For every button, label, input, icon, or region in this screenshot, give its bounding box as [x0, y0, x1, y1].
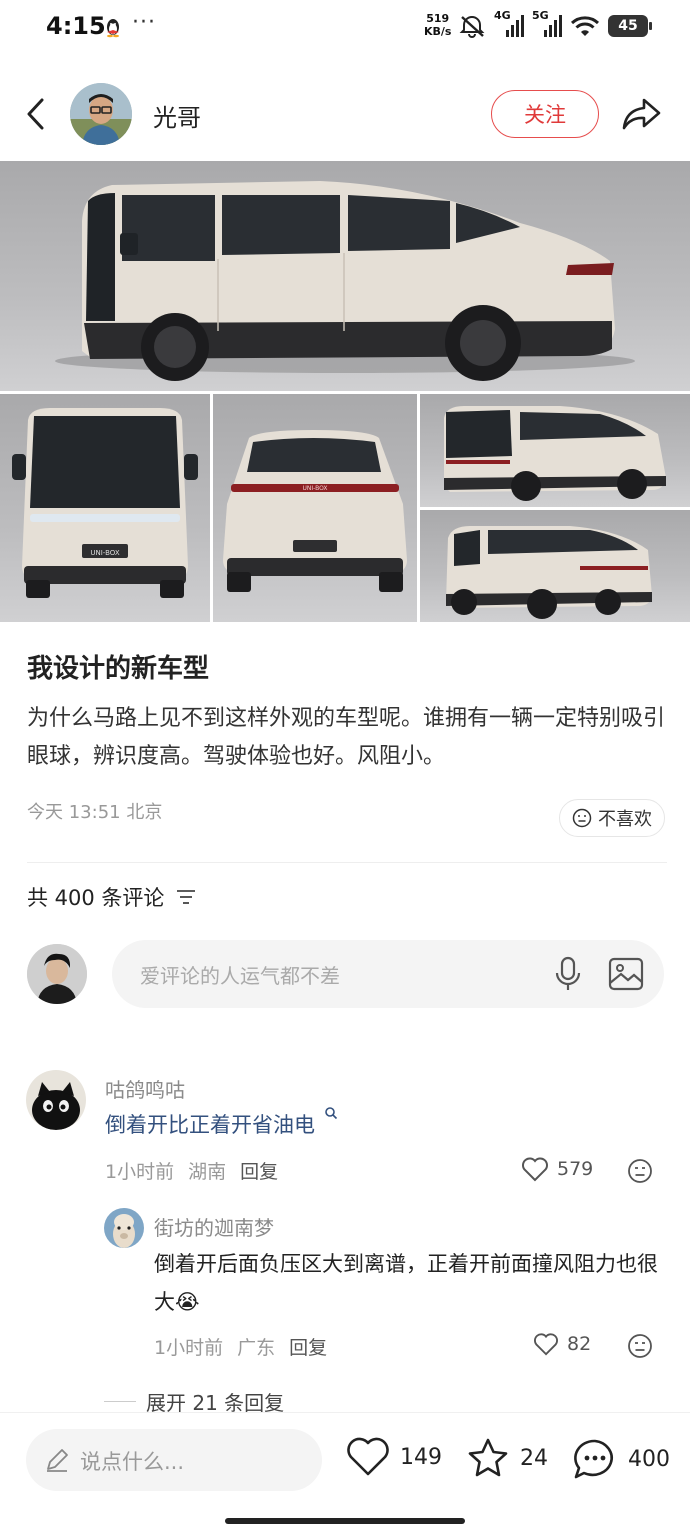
- reply-reply-button[interactable]: 回复: [289, 1333, 327, 1360]
- comment-text-content[interactable]: 倒着开比正着开省油电: [105, 1113, 315, 1137]
- reply-meta: 1小时前 广东 回复: [154, 1333, 327, 1360]
- van-rear-illustration: UNI-BOX: [223, 430, 407, 592]
- van-rear-three-quarter-image[interactable]: [420, 394, 690, 507]
- black-cat-avatar: [26, 1070, 86, 1130]
- status-time: 4:15: [46, 12, 106, 40]
- dislike-label: 不喜欢: [598, 809, 652, 830]
- post-header: 光哥 关注: [0, 78, 690, 150]
- comment-author-avatar[interactable]: [26, 1070, 86, 1130]
- author-avatar-photo: [70, 83, 132, 145]
- more-notifications-icon: ···: [132, 10, 156, 35]
- post-image-gallery[interactable]: UNI-BOX UNI-BOX: [0, 161, 690, 622]
- front-badge-text: UNI-BOX: [90, 549, 119, 557]
- like-count: 149: [400, 1444, 442, 1470]
- share-icon[interactable]: [620, 96, 662, 132]
- van-front-illustration: UNI-BOX: [12, 408, 198, 598]
- dislike-face-icon[interactable]: [627, 1333, 653, 1359]
- post-body: 为什么马路上见不到这样外观的车型呢。谁拥有一辆一定特别吸引眼球，辨识度高。驾驶体…: [27, 706, 666, 769]
- author-avatar[interactable]: [70, 83, 132, 145]
- search-keyword-icon[interactable]: [324, 1106, 338, 1120]
- comment-location: 湖南: [188, 1161, 227, 1183]
- say-something-input[interactable]: 说点什么...: [26, 1429, 322, 1491]
- favorite-count: 24: [520, 1445, 548, 1471]
- signal-4g-icon: 4G: [494, 9, 524, 39]
- battery-level: 45: [618, 18, 638, 34]
- van-front-view-image[interactable]: UNI-BOX: [0, 394, 210, 622]
- say-something-placeholder: 说点什么...: [80, 1450, 185, 1474]
- favorite-button[interactable]: 24: [466, 1437, 548, 1479]
- qq-penguin-icon: [107, 19, 119, 38]
- reply-location: 广东: [237, 1337, 276, 1359]
- pencil-icon: [47, 1449, 68, 1472]
- comment-like-count: 579: [557, 1158, 594, 1180]
- reply-author-name[interactable]: 街坊的迦南梦: [154, 1212, 274, 1241]
- sad-face-icon: [572, 808, 592, 828]
- network-speed: 519 KB/s: [424, 12, 451, 38]
- comment-meta: 1小时前 湖南 回复: [105, 1157, 278, 1184]
- reply-time: 1小时前: [154, 1337, 224, 1359]
- mute-icon: [459, 16, 485, 38]
- dislike-button[interactable]: 不喜欢: [559, 799, 665, 837]
- comments-header: 共 400 条评论: [27, 882, 196, 912]
- sort-filter-icon[interactable]: [176, 889, 196, 905]
- dislike-face-icon[interactable]: [627, 1158, 653, 1184]
- current-user-avatar-photo: [27, 944, 87, 1004]
- comment-time: 1小时前: [105, 1161, 175, 1183]
- van-front-three-quarter-illustration: [446, 526, 652, 619]
- status-bar: 4:15 ··· 519 KB/s 4G 5G 45: [0, 0, 690, 56]
- reply-author-avatar[interactable]: [104, 1208, 144, 1248]
- network-speed-value: 519: [426, 12, 450, 25]
- current-user-avatar: [27, 944, 87, 1004]
- content-divider: [27, 862, 667, 863]
- home-indicator[interactable]: [225, 1518, 465, 1524]
- crying-emoji: 😭: [175, 1290, 200, 1314]
- comment-author-name[interactable]: 咕鸽鸣咕: [105, 1074, 185, 1103]
- heart-icon: [347, 1437, 389, 1476]
- reply-text-content: 倒着开后面负压区大到离谱，正着开前面撞风阻力也很大: [154, 1252, 658, 1314]
- signal-5g-icon: 5G: [532, 9, 562, 39]
- comment-like-button[interactable]: 579: [521, 1156, 593, 1182]
- comment-button[interactable]: 400: [572, 1437, 670, 1481]
- comment-reply-button[interactable]: 回复: [240, 1157, 278, 1184]
- comment-input-placeholder: 爱评论的人运气都不差: [140, 964, 340, 988]
- rear-badge-text: UNI-BOX: [302, 485, 327, 492]
- author-name[interactable]: 光哥: [153, 98, 201, 133]
- heart-icon: [522, 1157, 548, 1182]
- heart-icon: [534, 1333, 558, 1356]
- network-speed-unit: KB/s: [424, 25, 452, 38]
- comment-bubble-icon: [574, 1439, 613, 1479]
- wifi-icon: [570, 16, 600, 36]
- follow-button[interactable]: 关注: [491, 90, 599, 138]
- alpaca-avatar: [104, 1208, 144, 1248]
- van-rear-view-image[interactable]: UNI-BOX: [213, 394, 417, 622]
- post-title: 我设计的新车型: [27, 654, 210, 684]
- expand-divider-line: [104, 1401, 136, 1402]
- comment-count: 400: [628, 1446, 670, 1472]
- microphone-icon[interactable]: [554, 956, 582, 992]
- comment-text: 倒着开比正着开省油电: [105, 1106, 338, 1144]
- status-icons: 4G 5G 45: [458, 9, 652, 40]
- comments-count: 共 400 条评论: [27, 886, 165, 910]
- van-front-three-quarter-image[interactable]: [420, 510, 690, 622]
- battery-indicator: 45: [608, 15, 652, 37]
- like-button[interactable]: 149: [346, 1437, 442, 1477]
- post-meta: 今天 13:51 北京: [27, 802, 163, 823]
- comment-input[interactable]: 爱评论的人运气都不差: [112, 940, 664, 1008]
- van-side-illustration: [55, 181, 635, 381]
- van-side-view-image[interactable]: [0, 161, 690, 391]
- back-arrow-icon[interactable]: [22, 96, 50, 132]
- van-rear-three-quarter-illustration: [444, 406, 666, 501]
- reply-like-button[interactable]: 82: [533, 1332, 591, 1356]
- bottom-action-bar: 说点什么... 149 24 400: [0, 1412, 690, 1534]
- reply-text: 倒着开后面负压区大到离谱，正着开前面撞风阻力也很大😭: [154, 1245, 664, 1321]
- reply-like-count: 82: [567, 1333, 592, 1355]
- image-picker-icon[interactable]: [608, 956, 644, 992]
- star-icon: [468, 1438, 508, 1477]
